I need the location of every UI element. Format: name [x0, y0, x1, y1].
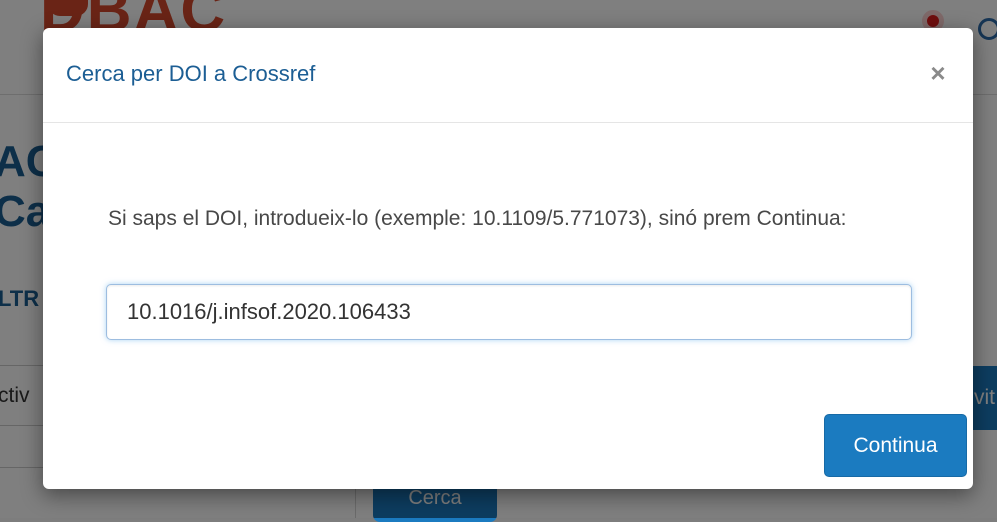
modal-instructions: Si saps el DOI, introdueix-lo (exemple: … — [108, 207, 847, 230]
doi-input[interactable] — [106, 284, 912, 340]
crossref-doi-modal: Cerca per DOI a Crossref × Si saps el DO… — [43, 28, 973, 489]
modal-title: Cerca per DOI a Crossref — [66, 61, 316, 86]
continue-button[interactable]: Continua — [824, 414, 967, 477]
close-icon[interactable]: × — [924, 59, 952, 87]
modal-footer: Continua — [43, 414, 973, 489]
modal-body: Si saps el DOI, introdueix-lo (exemple: … — [43, 124, 973, 414]
modal-header: Cerca per DOI a Crossref × — [43, 28, 973, 123]
